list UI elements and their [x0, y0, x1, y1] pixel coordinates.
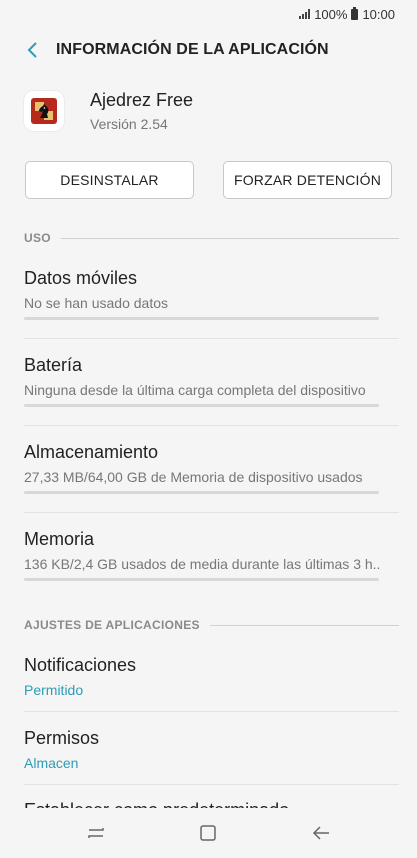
back-button[interactable]: [12, 28, 52, 72]
usage-bar: [24, 317, 379, 320]
usage-item-mobile-data[interactable]: Datos móviles No se han usado datos: [24, 268, 392, 320]
app-header: Ajedrez Free Versión 2.54: [24, 90, 193, 132]
app-name: Ajedrez Free: [90, 90, 194, 110]
battery-percent: 100%: [314, 6, 348, 22]
usage-bar: [24, 578, 379, 581]
recents-icon: [88, 828, 104, 838]
item-subtitle: Permitido: [24, 682, 84, 698]
settings-item-notifications[interactable]: Notificaciones Permitido: [24, 655, 392, 698]
item-title: Almacenamiento: [24, 442, 159, 462]
item-title: Batería: [24, 355, 83, 375]
settings-item-permissions[interactable]: Permisos Almacen: [24, 728, 392, 771]
divider: [24, 425, 399, 426]
back-nav-button[interactable]: [301, 813, 341, 853]
item-subtitle: 27,33 MB/64,00 GB de Memoria de disposit…: [24, 469, 363, 485]
app-bar: INFORMACIÓN DE LA APLICACIÓN: [0, 28, 417, 72]
navigation-bar: [0, 808, 417, 858]
divider: [24, 338, 399, 339]
back-arrow-icon: [27, 42, 37, 58]
usage-bar: [24, 404, 379, 407]
app-icon: [24, 91, 64, 131]
recents-button[interactable]: [76, 813, 116, 853]
item-title: Memoria: [24, 529, 95, 549]
usage-item-battery[interactable]: Batería Ninguna desde la última carga co…: [24, 355, 392, 407]
item-subtitle: No se han usado datos: [24, 295, 168, 311]
action-buttons: DESINSTALAR FORZAR DETENCIÓN: [25, 161, 392, 199]
item-subtitle: Ninguna desde la última carga completa d…: [24, 382, 366, 398]
divider: [24, 512, 399, 513]
back-icon: [312, 826, 329, 840]
item-title: Permisos: [24, 728, 100, 748]
divider: [24, 784, 399, 785]
section-header-usage: USO: [24, 231, 399, 245]
clock: 10:00: [362, 6, 395, 22]
item-subtitle: 136 KB/2,4 GB usados de media durante la…: [24, 556, 381, 572]
usage-item-memory[interactable]: Memoria 136 KB/2,4 GB usados de media du…: [24, 529, 392, 581]
item-subtitle: Almacen: [24, 755, 79, 771]
usage-bar: [24, 491, 379, 494]
item-title: Datos móviles: [24, 268, 138, 288]
status-bar: 100% 10:00: [0, 0, 417, 28]
section-header-app-settings: AJUSTES DE APLICACIONES: [24, 618, 399, 632]
battery-icon: [351, 6, 359, 20]
home-button[interactable]: [188, 813, 228, 853]
signal-icon: [299, 9, 311, 19]
divider: [24, 711, 399, 712]
item-title: Notificaciones: [24, 655, 137, 675]
chess-knight-icon: [35, 102, 53, 120]
page-title: INFORMACIÓN DE LA APLICACIÓN: [56, 41, 329, 58]
uninstall-button[interactable]: DESINSTALAR: [25, 161, 194, 199]
usage-item-storage[interactable]: Almacenamiento 27,33 MB/64,00 GB de Memo…: [24, 442, 392, 494]
force-stop-button[interactable]: FORZAR DETENCIÓN: [223, 161, 392, 199]
home-icon: [200, 825, 217, 841]
app-version: Versión 2.54: [90, 116, 168, 132]
